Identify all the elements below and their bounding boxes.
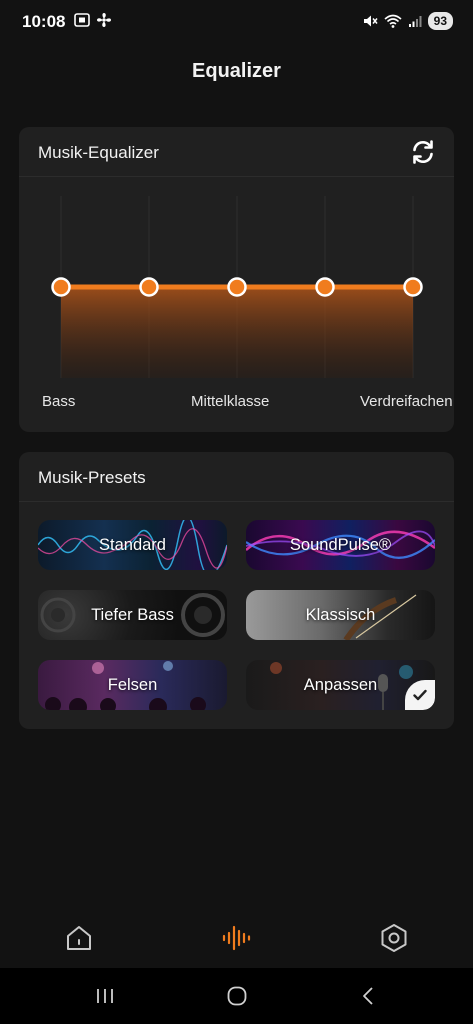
equalizer-card: Musik-Equalizer Bass Mittelklasse Verdre… [19, 127, 454, 432]
checkmark-icon [413, 689, 427, 701]
preset-label: Klassisch [305, 605, 376, 624]
preset-rock[interactable]: Felsen [38, 660, 227, 710]
equalizer-icon[interactable] [221, 923, 251, 953]
preset-deep-bass[interactable]: Tiefer Bass [38, 590, 227, 640]
system-navigation-bar [0, 968, 473, 1024]
mute-icon [363, 15, 378, 27]
signal-icon [408, 16, 422, 27]
status-left-icons [74, 12, 112, 28]
preset-label: SoundPulse® [289, 535, 392, 554]
preset-standard[interactable]: Standard [38, 520, 227, 570]
presets-card-title: Musik-Presets [38, 468, 146, 487]
preset-label: Anpassen [303, 675, 378, 694]
home-icon[interactable] [64, 923, 94, 953]
preset-label: Felsen [107, 675, 158, 694]
bottom-navigation [0, 910, 473, 968]
presets-card: Musik-Presets Standard SoundPulse® Tiefe… [19, 452, 454, 729]
status-right-icons: 93 [362, 12, 453, 30]
preset-custom[interactable]: Anpassen [246, 660, 435, 710]
eq-band-handle-5[interactable] [403, 277, 423, 297]
equalizer-graph: Bass Mittelklasse Verdreifachen [19, 178, 454, 432]
home-circle-icon[interactable] [225, 984, 249, 1008]
preset-label: Standard [99, 535, 166, 554]
settings-icon[interactable] [379, 923, 409, 953]
fan-icon [97, 13, 111, 27]
equalizer-chart [51, 196, 423, 378]
page-title: Equalizer [192, 60, 281, 82]
eq-band-handle-4[interactable] [315, 277, 335, 297]
status-time: 10:08 [22, 12, 66, 31]
app-screen: 10:08 93 Equalizer Musik-Equalizer Bass … [0, 0, 473, 1024]
presets-card-header: Musik-Presets [19, 452, 454, 502]
eq-band-handle-1[interactable] [51, 277, 71, 297]
equalizer-fill-area [61, 287, 413, 378]
back-icon[interactable] [357, 984, 381, 1008]
recents-icon[interactable] [93, 984, 117, 1008]
wifi-icon [384, 14, 402, 28]
preset-soundpulse[interactable]: SoundPulse® [246, 520, 435, 570]
preset-label: Tiefer Bass [91, 605, 174, 624]
battery-indicator: 93 [427, 12, 453, 30]
screenshot-icon [74, 13, 90, 27]
eq-label-mid: Mittelklasse [191, 393, 270, 410]
status-bar: 10:08 93 [0, 0, 473, 44]
eq-band-handle-2[interactable] [139, 277, 159, 297]
equalizer-card-title: Musik-Equalizer [38, 143, 159, 162]
refresh-icon[interactable] [410, 139, 436, 165]
eq-label-treble: Verdreifachen [360, 393, 453, 410]
eq-label-bass: Bass [42, 393, 76, 410]
eq-band-handle-3[interactable] [227, 277, 247, 297]
preset-grid: Standard SoundPulse® Tiefer Bass Klassis… [38, 520, 436, 710]
equalizer-card-header: Musik-Equalizer [19, 127, 454, 177]
preset-classical[interactable]: Klassisch [246, 590, 435, 640]
